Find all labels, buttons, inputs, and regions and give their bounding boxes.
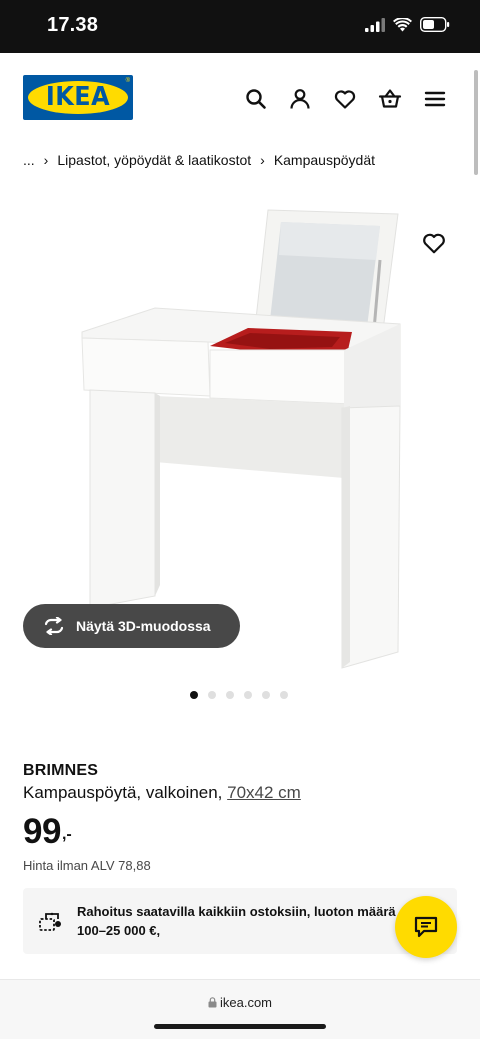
price-integer: 99 [23,812,61,851]
breadcrumb-item-dressing-tables[interactable]: Kampauspöydät [274,152,375,168]
price-suffix: ,- [61,826,72,843]
wifi-icon [393,17,412,31]
logo-text: IKEA [45,82,111,112]
financing-icon [39,912,61,931]
price-without-vat: Hinta ilman ALV 78,88 [23,858,151,873]
product-brand: BRIMNES [23,762,99,779]
status-time: 17.38 [47,14,99,36]
product-size-link[interactable]: 70x42 cm [227,783,301,802]
carousel-dot-1[interactable] [190,691,198,699]
breadcrumb-item-dressers[interactable]: Lipastot, yöpöydät & laatikostot [57,152,251,168]
signal-icon [365,17,385,32]
rotate-3d-icon [44,617,64,635]
carousel-dot-3[interactable] [226,691,234,699]
carousel-dot-2[interactable] [208,691,216,699]
logo-registered-mark: ® [125,78,130,84]
view-3d-label: Näytä 3D-muodossa [76,618,211,634]
carousel-dot-4[interactable] [244,691,252,699]
carousel-dots [190,691,288,699]
url-display[interactable]: ikea.com [0,995,480,1010]
favorite-heart-icon[interactable] [421,230,447,256]
product-description-text: Kampauspöytä, valkoinen, [23,783,223,802]
financing-text: Rahoitus saatavilla kaikkiin ostoksiin, … [77,904,396,938]
lock-icon [208,997,217,1008]
product-description: Kampauspöytä, valkoinen, 70x42 cm [23,783,301,803]
battery-icon [420,17,450,32]
chevron-right-icon: › [43,152,49,168]
chat-icon [414,916,438,938]
url-text: ikea.com [219,995,273,1010]
chevron-right-icon: › [260,152,265,168]
browser-url-bar[interactable]: ikea.com [0,980,480,1039]
status-icons [365,17,450,32]
carousel-dot-5[interactable] [262,691,270,699]
product-price: 99 ,- [23,812,72,852]
view-3d-button[interactable]: Näytä 3D-muodossa [23,604,240,648]
basket-icon[interactable] [378,87,402,111]
search-icon[interactable] [244,87,268,111]
breadcrumb: ... › Lipastot, yöpöydät & laatikostot ›… [23,151,375,169]
breadcrumb-ellipsis[interactable]: ... [23,152,35,168]
chat-button[interactable] [395,896,457,958]
user-icon[interactable] [288,87,312,111]
financing-banner[interactable]: Rahoitus saatavilla kaikkiin ostoksiin, … [23,888,457,954]
page-scrollbar[interactable] [474,70,478,175]
ikea-logo[interactable]: IKEA ® [23,75,133,120]
carousel-dot-6[interactable] [280,691,288,699]
status-bar: 17.38 [0,0,480,53]
menu-icon[interactable] [423,87,447,111]
home-indicator[interactable] [154,1024,326,1029]
heart-icon[interactable] [333,87,357,111]
site-header: IKEA ® [0,53,480,145]
